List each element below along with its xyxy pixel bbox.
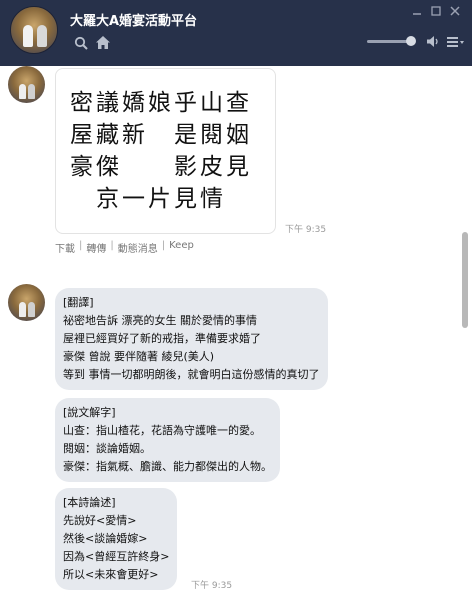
image-actions: 下載 | 轉傳 | 動態消息 | Keep [55,240,194,255]
divider: | [161,240,166,251]
poem-image-text: 密議嬌娘乎山查 屋藏新 是閱姻 豪傑 影皮見 京一片見情 [70,87,252,215]
message-line: 豪傑 曾說 要伴隨著 綾兒(美人) [63,350,215,363]
message-line: 祕密地告訴 漂亮的女生 關於愛情的事情 [63,314,257,327]
group-avatar[interactable] [10,6,58,54]
poem-line: 豪傑 影皮見 [70,154,252,180]
message-line: [翻譯] [63,296,94,309]
avatar-figure [37,25,47,47]
message-line: 閱姻：談論婚姻。 [63,442,151,455]
home-icon[interactable] [95,35,111,50]
message-line: [說文解字] [63,406,116,419]
message-line: [本詩論述] [63,496,116,509]
message-bubble[interactable]: [說文解字] 山查：指山楂花，花語為守護唯一的愛。 閱姻：談論婚姻。 豪傑：指氣… [55,398,280,482]
volume-slider-handle[interactable] [406,36,416,46]
chat-area[interactable]: 密議嬌娘乎山查 屋藏新 是閱姻 豪傑 影皮見 京一片見情 下午 9:35 下載 … [0,66,472,593]
download-link[interactable]: 下載 [55,240,75,255]
message-line: 豪傑：指氣概、膽識、能力都傑出的人物。 [63,460,272,473]
message-line: 所以<未來會更好> [63,568,159,581]
avatar-figure [28,302,35,317]
sender-avatar[interactable] [8,66,45,103]
message-bubble[interactable]: [本詩論述] 先說好<愛情> 然後<談論婚嫁> 因為<曾經互許終身> 所以<未來… [55,488,178,590]
poem-line: 屋藏新 是閱姻 [70,122,252,148]
keep-link[interactable]: Keep [169,240,194,255]
message-bubble[interactable]: [翻譯] 祕密地告訴 漂亮的女生 關於愛情的事情 屋裡已經買好了新的戒指，準備要… [55,288,328,390]
maximize-icon[interactable] [429,6,443,18]
timeline-link[interactable]: 動態消息 [118,240,158,255]
message-timestamp: 下午 9:35 [285,225,327,235]
poem-line: 密議嬌娘乎山查 [70,90,252,116]
message-line: 先說好<愛情> [63,514,137,527]
chat-scrollbar[interactable] [462,232,468,328]
message-line: 屋裡已經買好了新的戒指，準備要求婚了 [63,332,261,345]
image-message[interactable]: 密議嬌娘乎山查 屋藏新 是閱姻 豪傑 影皮見 京一片見情 [55,68,276,234]
avatar-figure [19,302,26,317]
close-icon[interactable] [448,6,462,18]
chat-title: 大羅大A婚宴活動平台 [70,14,198,29]
chat-header: 大羅大A婚宴活動平台 [0,0,472,66]
poem-line: 京一片見情 [70,186,252,212]
volume-icon[interactable] [426,35,440,48]
message-timestamp: 下午 9:35 [191,581,233,591]
message-line: 因為<曾經互許終身> [63,550,170,563]
message-line: 然後<談論婚嫁> [63,532,148,545]
avatar-figure [28,84,35,99]
menu-icon[interactable] [447,36,465,48]
sender-avatar[interactable] [8,284,45,321]
forward-link[interactable]: 轉傳 [86,240,106,255]
avatar-figure [19,84,26,99]
message-line: 等到 事情一切都明朗後，就會明白這份感情的真切了 [63,368,320,381]
divider: | [79,240,83,251]
message-line: 山查：指山楂花，花語為守護唯一的愛。 [63,424,261,437]
minimize-icon[interactable] [410,6,424,18]
divider: | [110,240,114,251]
search-icon[interactable] [74,36,88,50]
avatar-figure [23,25,33,47]
